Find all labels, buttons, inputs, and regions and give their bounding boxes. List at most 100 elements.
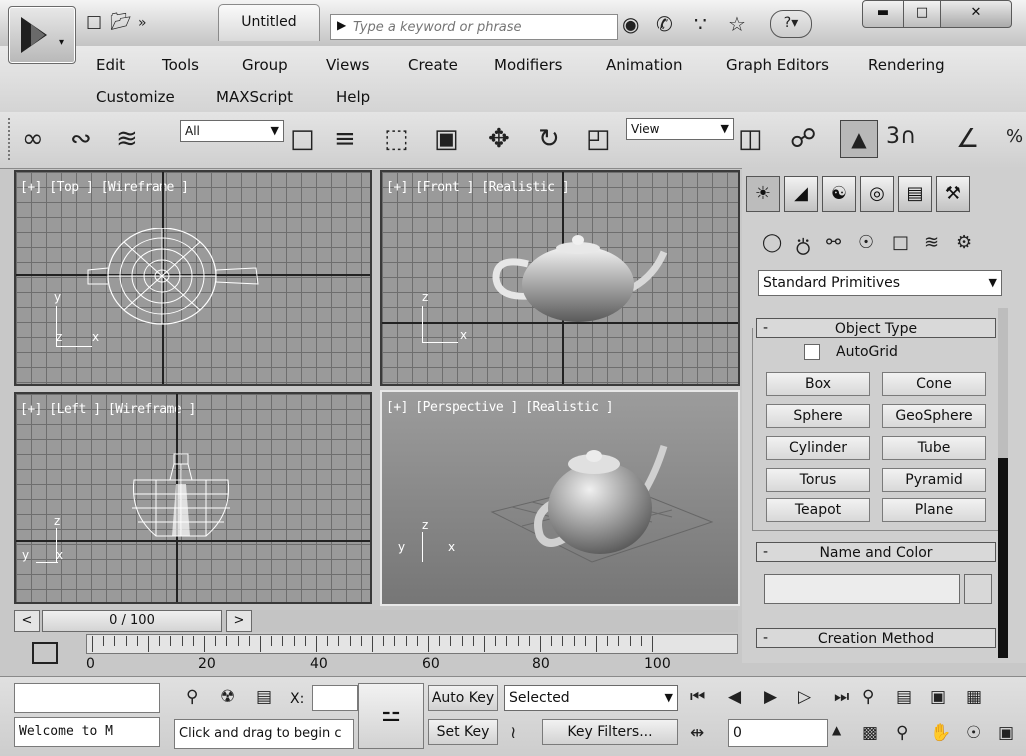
track-bar[interactable]: 0 20 40 60 80 100: [86, 634, 738, 674]
field-of-view-icon[interactable]: ⚲: [896, 723, 908, 743]
open-mini-curve-editor-icon[interactable]: [26, 640, 62, 668]
menu-group[interactable]: Group: [242, 56, 288, 74]
select-and-scale-icon[interactable]: ◰: [586, 124, 611, 154]
pivot-center-icon[interactable]: ◫: [738, 124, 763, 154]
menu-maxscript[interactable]: MAXScript: [216, 88, 293, 106]
maxscript-mini-listener-pink[interactable]: [14, 683, 160, 713]
snaps-toggle-icon[interactable]: 3∩: [886, 124, 916, 149]
object-color-swatch[interactable]: [964, 574, 992, 604]
teapot-button[interactable]: Teapot: [766, 498, 870, 522]
menu-graph-editors[interactable]: Graph Editors: [726, 56, 829, 74]
go-to-start-icon[interactable]: ⏮: [690, 687, 705, 707]
select-and-link-icon[interactable]: ∞: [22, 124, 44, 154]
menu-help[interactable]: Help: [336, 88, 370, 106]
select-and-rotate-icon[interactable]: ↻: [538, 124, 560, 154]
binoculars-icon[interactable]: ◉: [622, 12, 639, 36]
unlink-selection-icon[interactable]: ∾: [70, 124, 92, 154]
create-tab-icon[interactable]: ☀: [746, 176, 780, 212]
name-color-rollout-header[interactable]: - Name and Color: [756, 542, 996, 562]
viewport-perspective[interactable]: [+] [Perspective ] [Realistic ] z y x: [380, 390, 740, 606]
pan-view-icon[interactable]: ✋: [930, 723, 951, 743]
cone-button[interactable]: Cone: [882, 372, 986, 396]
set-key-mode-icon[interactable]: ⚍: [358, 683, 424, 749]
autogrid-checkbox[interactable]: [804, 344, 820, 360]
key-selection-set-dropdown[interactable]: Selected ▼: [504, 685, 678, 711]
selection-filter-dropdown[interactable]: All ▼: [180, 120, 284, 142]
cameras-icon[interactable]: ☉: [858, 232, 874, 253]
previous-frame-icon[interactable]: ◀: [728, 687, 741, 707]
teapot-wireframe-left[interactable]: [126, 444, 236, 544]
select-by-name-icon[interactable]: ≡: [334, 124, 356, 154]
search-box[interactable]: ▶: [330, 14, 618, 40]
go-to-end-icon[interactable]: ⏭: [834, 687, 849, 707]
menu-rendering[interactable]: Rendering: [868, 56, 945, 74]
isolate-selection-icon[interactable]: ⚲: [186, 687, 198, 707]
select-and-manipulate-icon[interactable]: ☍: [790, 124, 816, 154]
menu-edit[interactable]: Edit: [96, 56, 125, 74]
sphere-button[interactable]: Sphere: [766, 404, 870, 428]
time-slider-next-button[interactable]: >: [226, 610, 252, 632]
motion-tab-icon[interactable]: ◎: [860, 176, 894, 212]
maxscript-mini-listener-white[interactable]: Welcome to M: [14, 717, 160, 747]
open-folder-icon[interactable]: 📂︎: [110, 12, 132, 32]
viewport-front[interactable]: [+] [Front ] [Realistic ] z x: [380, 170, 740, 386]
viewport-top[interactable]: [+] [Top ] [Wireframe ] y z x: [14, 170, 372, 386]
shapes-icon[interactable]: ⛣: [794, 232, 812, 259]
zoom-extents-icon[interactable]: ▣: [930, 687, 946, 707]
teapot-realistic-perspective[interactable]: [532, 432, 672, 562]
box-button[interactable]: Box: [766, 372, 870, 396]
key-filters-button[interactable]: Key Filters...: [542, 719, 678, 745]
default-in-out-tangent-icon[interactable]: ≀: [510, 723, 516, 743]
search-input[interactable]: [351, 17, 615, 37]
geometry-icon[interactable]: ◯: [762, 232, 782, 253]
help-button[interactable]: ?▾: [770, 10, 812, 38]
object-name-field[interactable]: [764, 574, 960, 604]
viewport-front-label[interactable]: [+] [Front ] [Realistic ]: [386, 180, 570, 195]
zoom-icon[interactable]: ⚲: [862, 687, 874, 707]
tube-button[interactable]: Tube: [882, 436, 986, 460]
display-tab-icon[interactable]: ▤: [898, 176, 932, 212]
systems-icon[interactable]: ⚙: [956, 232, 972, 253]
search-expand-icon[interactable]: ▶: [337, 18, 346, 32]
play-animation-icon[interactable]: ▶: [764, 687, 777, 707]
plane-button[interactable]: Plane: [882, 498, 986, 522]
menu-modifiers[interactable]: Modifiers: [494, 56, 562, 74]
next-frame-icon[interactable]: ▷: [798, 687, 811, 707]
toolbar-grip[interactable]: [8, 118, 16, 160]
satellite-icon[interactable]: ∵: [694, 12, 707, 36]
zoom-extents-all-icon[interactable]: ▦: [966, 687, 982, 707]
set-key-button[interactable]: Set Key: [428, 719, 498, 745]
menu-tools[interactable]: Tools: [162, 56, 199, 74]
x-coordinate-field[interactable]: [312, 685, 358, 711]
frame-spinner-icon[interactable]: ▲: [832, 723, 841, 737]
communication-center-icon[interactable]: ✆: [656, 12, 673, 36]
auto-key-button[interactable]: Auto Key: [428, 685, 498, 711]
creation-method-rollout-header[interactable]: - Creation Method: [756, 628, 996, 648]
select-object-icon[interactable]: □: [290, 124, 315, 154]
torus-button[interactable]: Torus: [766, 468, 870, 492]
viewport-left-label[interactable]: [+] [Left ] [Wireframe ]: [20, 402, 196, 417]
orbit-icon[interactable]: ☉: [966, 723, 981, 743]
pyramid-button[interactable]: Pyramid: [882, 468, 986, 492]
time-slider-thumb[interactable]: 0 / 100: [42, 610, 222, 632]
bind-to-space-warp-icon[interactable]: ≋: [116, 124, 138, 154]
key-mode-toggle-icon[interactable]: ⇹: [690, 723, 704, 743]
hierarchy-tab-icon[interactable]: ☯: [822, 176, 856, 212]
viewport-left[interactable]: [+] [Left ] [Wireframe ] z y x: [14, 392, 372, 604]
new-file-icon[interactable]: □: [86, 12, 102, 32]
teapot-realistic-front[interactable]: [486, 230, 676, 330]
viewport-perspective-label[interactable]: [+] [Perspective ] [Realistic ]: [386, 400, 614, 415]
primitive-category-dropdown[interactable]: Standard Primitives ▼: [758, 270, 1002, 296]
percent-snap-icon[interactable]: %: [1006, 126, 1023, 147]
command-panel-scroll-thumb[interactable]: [998, 458, 1008, 658]
menu-create[interactable]: Create: [408, 56, 458, 74]
absolute-relative-toggle-icon[interactable]: ▤: [256, 687, 272, 707]
modify-tab-icon[interactable]: ◢: [784, 176, 818, 212]
window-crossing-icon[interactable]: ▣: [434, 124, 459, 154]
teapot-wireframe-top[interactable]: [70, 228, 270, 328]
close-icon[interactable]: ✕: [940, 0, 1012, 28]
menu-customize[interactable]: Customize: [96, 88, 175, 106]
selection-lock-icon[interactable]: ☢: [220, 687, 235, 707]
menu-views[interactable]: Views: [326, 56, 369, 74]
reference-coordinate-dropdown[interactable]: View ▼: [626, 118, 734, 140]
